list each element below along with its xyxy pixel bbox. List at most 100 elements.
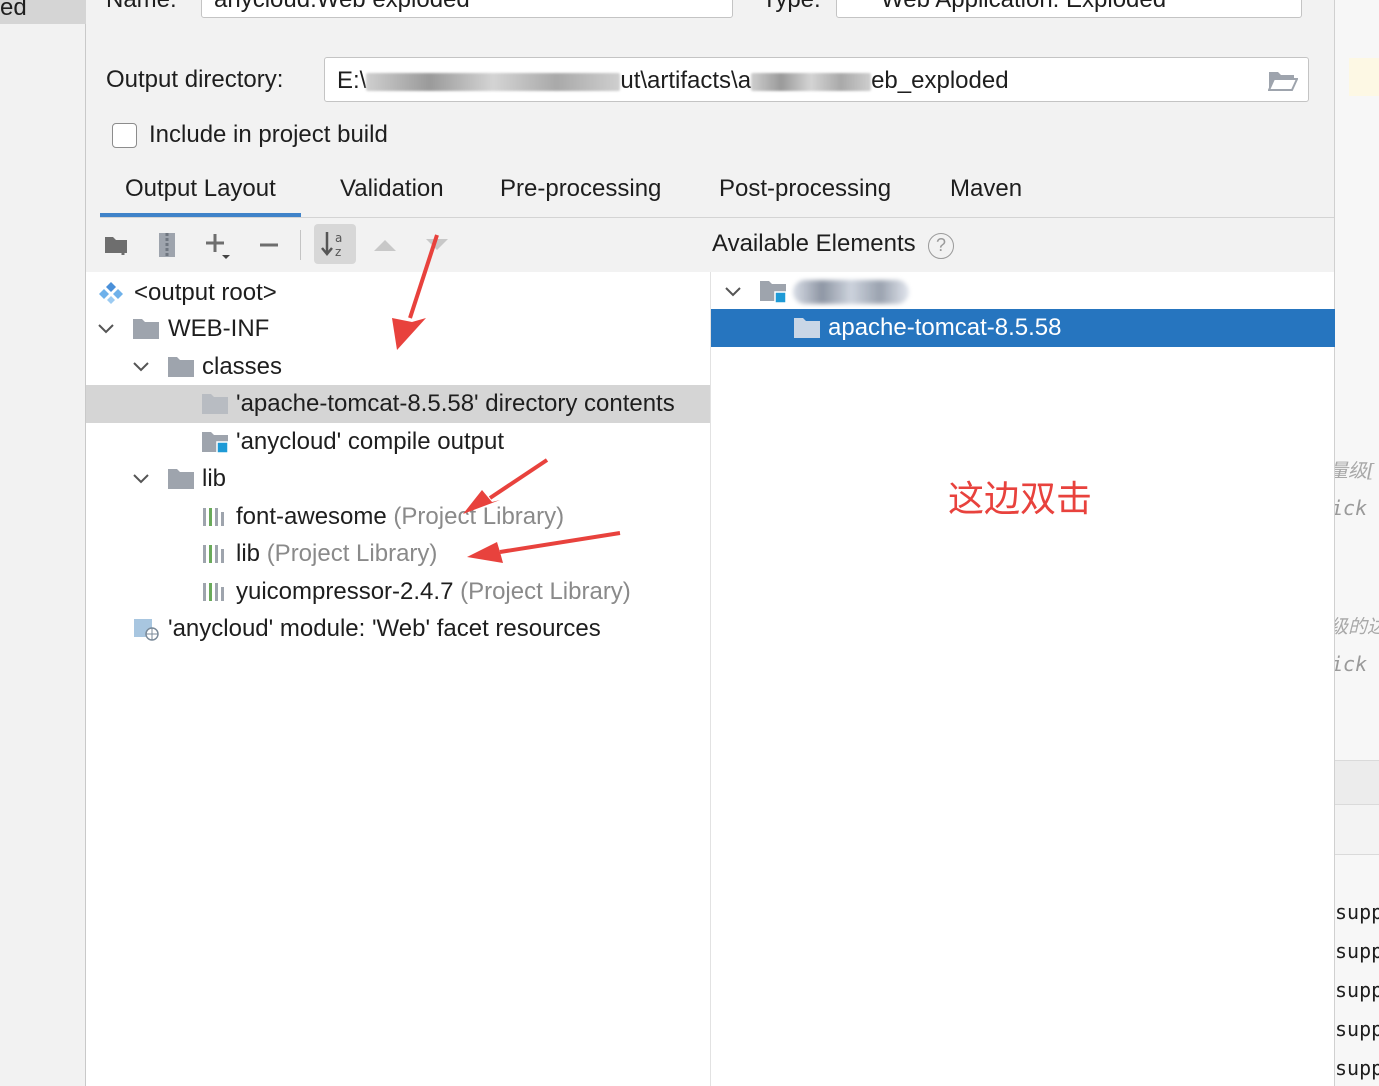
remove-icon[interactable] <box>254 230 284 260</box>
editor-comment: 量级[ <box>1335 460 1375 482</box>
tree-item-output-root[interactable]: <output root> <box>86 274 710 312</box>
output-layout-tree[interactable]: <output root> WEB-INF classes 'apache-to… <box>86 272 710 1086</box>
editor-comment: 级的达 <box>1335 616 1379 638</box>
chevron-down-icon[interactable] <box>96 319 116 339</box>
layout-toolbar: az <box>86 218 710 272</box>
name-label: Name: <box>106 0 177 14</box>
web-facet-icon <box>134 619 159 641</box>
redacted-path <box>751 72 872 91</box>
library-icon <box>203 508 224 526</box>
tree-item-compile-output[interactable]: 'anycloud' compile output <box>86 423 710 461</box>
console-line: supp <box>1335 978 1379 1002</box>
help-icon[interactable]: ? <box>928 233 954 259</box>
tree-item-classes[interactable]: classes <box>86 348 710 386</box>
folder-icon <box>202 394 228 414</box>
tree-label: WEB-INF <box>168 315 270 342</box>
toolbar-separator <box>300 230 301 260</box>
tree-item-tomcat-contents[interactable]: 'apache-tomcat-8.5.58' directory content… <box>86 385 710 423</box>
library-tag: (Project Library) <box>266 540 438 567</box>
library-tag: (Project Library) <box>393 503 565 530</box>
tree-item-font-awesome[interactable]: font-awesome (Project Library) <box>86 498 710 536</box>
editor-gutter-band <box>1335 805 1379 855</box>
tree-item-lib[interactable]: lib <box>86 460 710 498</box>
svg-text:z: z <box>335 245 341 259</box>
background-editor: 量级[ ick 级的达 ick supp supp supp supp supp <box>1334 0 1379 1086</box>
output-directory-input[interactable]: E:\ ut\artifacts\a eb_exploded <box>324 57 1309 102</box>
output-dir-prefix: E:\ <box>337 67 367 94</box>
tree-label: lib <box>202 465 227 492</box>
module-folder-icon <box>760 281 787 304</box>
tree-item-yuicompressor[interactable]: yuicompressor-2.4.7 (Project Library) <box>86 573 710 611</box>
folder-icon <box>168 469 194 489</box>
tree-label: font-awesome (Project Library) <box>236 503 564 531</box>
tree-item-web-inf[interactable]: WEB-INF <box>86 310 710 348</box>
tab-validation[interactable]: Validation <box>340 175 444 203</box>
output-dir-suffix: eb_exploded <box>871 67 1009 94</box>
console-line: supp <box>1335 939 1379 963</box>
chevron-down-icon[interactable] <box>723 282 743 302</box>
artifact-dialog: Name: anycloud:Web exploded Type: Web Ap… <box>86 0 1335 1086</box>
type-value: Web Application: Exploded <box>881 0 1166 14</box>
move-up-icon[interactable] <box>370 230 400 260</box>
type-select[interactable]: Web Application: Exploded <box>836 0 1302 18</box>
output-dir-mid: ut\artifacts\a <box>620 67 752 94</box>
tree-label: <output root> <box>134 279 277 306</box>
left-panel-text: ed <box>0 0 27 21</box>
tree-label: apache-tomcat-8.5.58 <box>828 314 1062 341</box>
editor-gutter-band <box>1335 760 1379 805</box>
library-name: lib <box>236 540 261 567</box>
tree-label: 'anycloud' compile output <box>236 428 504 455</box>
tab-output-layout[interactable]: Output Layout <box>100 175 301 217</box>
editor-highlight <box>1349 58 1379 96</box>
library-name: yuicompressor-2.4.7 <box>236 578 454 605</box>
library-name: font-awesome <box>236 503 387 530</box>
include-in-build-label: Include in project build <box>149 121 388 148</box>
tree-item-lib-library[interactable]: lib (Project Library) <box>86 535 710 573</box>
tree-label: 'anycloud' module: 'Web' facet resources <box>168 615 601 642</box>
background-left-panel: ed <box>0 0 86 1086</box>
tree-item-tomcat-selected[interactable]: apache-tomcat-8.5.58 <box>711 309 1335 347</box>
folder-icon <box>794 318 820 338</box>
tree-label: classes <box>202 353 283 380</box>
available-elements-tree[interactable]: apache-tomcat-8.5.58 <box>710 272 1335 1086</box>
library-icon <box>203 583 224 601</box>
browse-folder-icon[interactable] <box>1268 69 1298 91</box>
output-directory-value: E:\ ut\artifacts\a eb_exploded <box>337 67 1009 95</box>
new-directory-icon[interactable] <box>102 230 132 260</box>
move-down-icon[interactable] <box>422 230 452 260</box>
include-in-build-checkbox[interactable] <box>112 123 137 148</box>
redacted-path <box>366 72 621 91</box>
archive-icon[interactable] <box>152 230 182 260</box>
folder-icon <box>133 319 159 339</box>
output-root-icon <box>99 282 123 304</box>
svg-text:a: a <box>335 231 342 245</box>
available-elements-title: Available Elements <box>712 230 916 257</box>
library-tag: (Project Library) <box>460 578 631 605</box>
tree-label: lib (Project Library) <box>236 540 437 568</box>
chevron-down-icon[interactable] <box>131 357 151 377</box>
tab-maven[interactable]: Maven <box>950 175 1022 203</box>
tree-item-module[interactable] <box>711 272 1335 310</box>
console-line: supp <box>1335 900 1379 924</box>
tree-item-facet-resources[interactable]: 'anycloud' module: 'Web' facet resources <box>86 610 710 648</box>
tab-pre-processing[interactable]: Pre-processing <box>500 175 661 203</box>
name-input[interactable]: anycloud:Web exploded <box>201 0 733 18</box>
add-icon[interactable] <box>202 230 232 260</box>
type-label: Type: <box>762 0 821 14</box>
console-line: supp <box>1335 1056 1379 1080</box>
editor-code: ick <box>1334 652 1368 676</box>
sort-icon[interactable]: az <box>314 224 356 264</box>
name-value: anycloud:Web exploded <box>214 0 470 14</box>
tab-post-processing[interactable]: Post-processing <box>719 175 891 203</box>
library-icon <box>203 545 224 563</box>
chevron-down-icon[interactable] <box>131 469 151 489</box>
redacted-module-name <box>793 280 909 304</box>
folder-icon <box>168 357 194 377</box>
console-line: supp <box>1335 1017 1379 1041</box>
annotation-text: 这边双击 <box>948 479 1093 520</box>
tree-label: 'apache-tomcat-8.5.58' directory content… <box>236 390 675 417</box>
editor-code: ick <box>1334 496 1368 520</box>
tab-bar: Output Layout Validation Pre-processing … <box>100 170 1334 218</box>
module-output-icon <box>202 432 229 454</box>
tree-label: yuicompressor-2.4.7 (Project Library) <box>236 578 631 606</box>
